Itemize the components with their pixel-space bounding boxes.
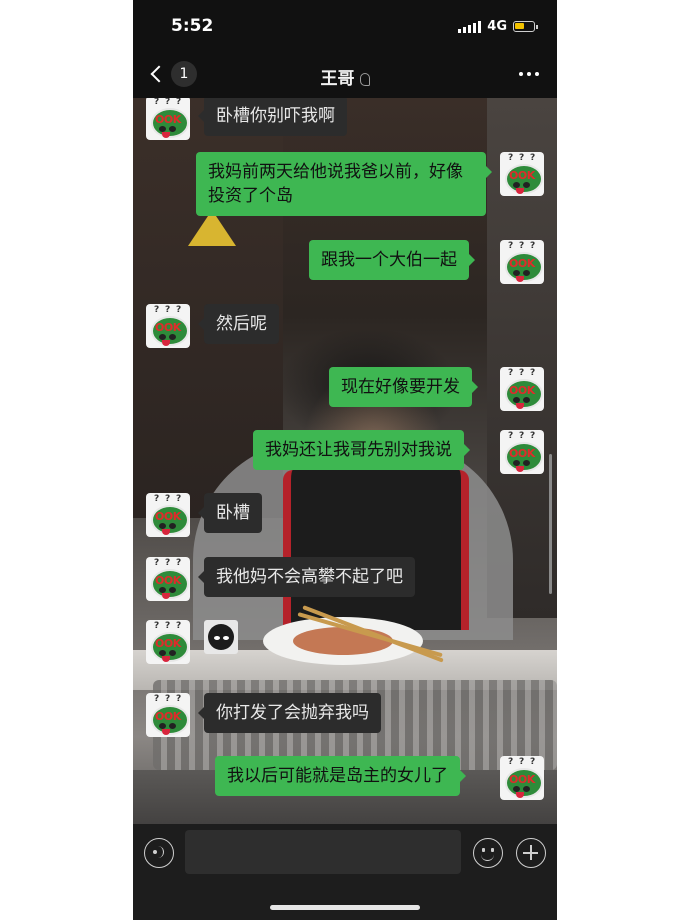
my-avatar[interactable]: ??? OOK — [500, 756, 544, 800]
message-bubble-outgoing[interactable]: 现在好像要开发 — [329, 367, 478, 407]
contact-avatar[interactable]: ??? OOK — [146, 98, 190, 140]
my-avatar[interactable]: ??? OOK — [500, 240, 544, 284]
message-bubble-outgoing[interactable]: 我妈前两天给他说我爸以前，好像投资了个岛 — [196, 152, 492, 216]
avatar-text: OOK — [155, 637, 181, 650]
avatar-text: OOK — [155, 113, 181, 126]
contact-avatar[interactable]: ??? OOK — [146, 493, 190, 537]
message-bubble-outgoing[interactable]: 我以后可能就是岛主的女儿了 — [215, 756, 466, 796]
avatar-text: OOK — [155, 510, 181, 523]
more-button[interactable] — [519, 72, 539, 76]
message-bubble-outgoing[interactable]: 跟我一个大伯一起 — [309, 240, 475, 280]
message-bubble-incoming[interactable]: 卧槽 — [198, 493, 262, 533]
status-time: 5:52 — [171, 16, 214, 36]
message-input[interactable] — [185, 830, 461, 874]
chat-header: 1 王哥 — [133, 52, 557, 98]
home-indicator[interactable] — [270, 905, 420, 910]
contact-avatar[interactable]: ??? OOK — [146, 620, 190, 664]
avatar-text: OOK — [155, 710, 181, 723]
input-bar — [133, 824, 557, 920]
message-bubble-incoming[interactable]: 然后呢 — [198, 304, 279, 344]
my-avatar[interactable]: ??? OOK — [500, 152, 544, 196]
contact-avatar[interactable]: ??? OOK — [146, 557, 190, 601]
avatar-text: OOK — [509, 773, 535, 786]
emoji-icon[interactable] — [473, 838, 503, 868]
plus-icon[interactable] — [516, 838, 546, 868]
avatar-text: OOK — [155, 321, 181, 334]
status-bar: 5:52 4G — [133, 0, 557, 52]
contact-avatar[interactable]: ??? OOK — [146, 304, 190, 348]
sticker-face-icon — [208, 624, 234, 650]
chat-title: 王哥 — [133, 64, 557, 89]
phone-screen: 5:52 4G 1 王哥 ??? OOK 卧槽你别吓我啊 我妈前两天给他说我爸以… — [133, 0, 557, 920]
network-type: 4G — [487, 19, 507, 34]
scrollbar-thumb[interactable] — [549, 454, 552, 594]
message-bubble-incoming[interactable]: 我他妈不会高攀不起了吧 — [198, 557, 415, 597]
my-avatar[interactable]: ??? OOK — [500, 430, 544, 474]
message-bubble-outgoing[interactable]: 我妈还让我哥先别对我说 — [253, 430, 470, 470]
ear-icon — [359, 72, 370, 86]
contact-avatar[interactable]: ??? OOK — [146, 693, 190, 737]
my-avatar[interactable]: ??? OOK — [500, 367, 544, 411]
battery-icon — [513, 21, 538, 32]
meme-face-sticker[interactable] — [204, 620, 238, 654]
message-bubble-incoming[interactable]: 你打发了会抛弃我吗 — [198, 693, 381, 733]
message-list[interactable]: ??? OOK 卧槽你别吓我啊 我妈前两天给他说我爸以前，好像投资了个岛 ??? O… — [133, 98, 557, 824]
contact-name: 王哥 — [320, 69, 355, 89]
avatar-text: OOK — [509, 384, 535, 397]
battery-level — [515, 23, 524, 29]
avatar-text: OOK — [509, 169, 535, 182]
avatar-text: OOK — [509, 257, 535, 270]
avatar-text: OOK — [155, 574, 181, 587]
voice-icon[interactable] — [144, 838, 174, 868]
message-bubble-incoming[interactable]: 卧槽你别吓我啊 — [198, 98, 347, 136]
avatar-text: OOK — [509, 447, 535, 460]
signal-icon — [458, 20, 482, 33]
status-indicators: 4G — [458, 19, 538, 34]
